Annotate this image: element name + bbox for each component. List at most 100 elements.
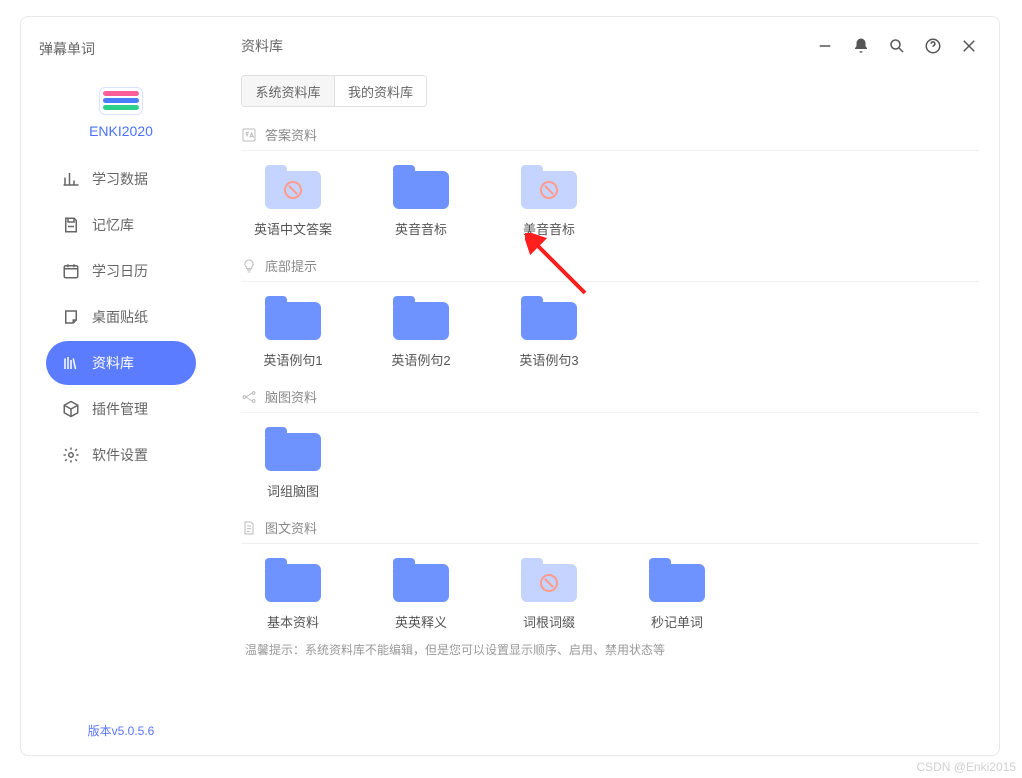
- folder-row: 基本资料 英英释义 词根词缀 秒记单词: [241, 558, 979, 631]
- app-window: 弹幕单词 ENKI2020 学习数据 记忆库: [20, 16, 1000, 756]
- minimize-icon[interactable]: [815, 36, 835, 56]
- sidebar-item-label: 学习日历: [92, 261, 148, 281]
- bar-chart-icon: [62, 170, 80, 188]
- folder-icon: [521, 165, 577, 209]
- sidebar-item-sticky[interactable]: 桌面贴纸: [46, 295, 196, 339]
- sidebar-item-label: 软件设置: [92, 445, 148, 465]
- folder-icon: [393, 165, 449, 209]
- sidebar-item-memory[interactable]: 记忆库: [46, 203, 196, 247]
- gear-icon: [62, 446, 80, 464]
- page-title: 资料库: [241, 36, 283, 56]
- section-title: 底部提示: [265, 256, 317, 275]
- tab-my-library[interactable]: 我的资料库: [334, 76, 426, 106]
- sidebar-item-label: 记忆库: [92, 215, 134, 235]
- folder-icon: [649, 558, 705, 602]
- folder-en-en-def[interactable]: 英英释义: [385, 558, 457, 631]
- section-title: 图文资料: [265, 518, 317, 537]
- section-title: 脑图资料: [265, 387, 317, 406]
- folder-icon: [265, 165, 321, 209]
- folder-label: 英语例句2: [391, 350, 450, 369]
- folder-row: 词组脑图: [241, 427, 979, 500]
- app-logo-icon: [99, 87, 143, 115]
- folder-phrase-mindmap[interactable]: 词组脑图: [257, 427, 329, 500]
- folder-us-phonetic[interactable]: 美音音标: [513, 165, 585, 238]
- main-panel: 资料库 系统资料库 我的资料库 答案资料 英语中文答案: [221, 17, 999, 755]
- section-answers: 答案资料 英语中文答案 英音音标 美音音标: [241, 125, 979, 238]
- hint-text: 温馨提示：系统资料库不能编辑，但是您可以设置显示顺序、启用、禁用状态等: [241, 641, 979, 658]
- folder-label: 词根词缀: [523, 612, 575, 631]
- folder-en-cn-answer[interactable]: 英语中文答案: [257, 165, 329, 238]
- folder-label: 英语例句3: [519, 350, 578, 369]
- sidebar-item-settings[interactable]: 软件设置: [46, 433, 196, 477]
- folder-icon: [521, 296, 577, 340]
- sidebar-item-label: 桌面贴纸: [92, 307, 148, 327]
- folder-label: 美音音标: [523, 219, 575, 238]
- folder-icon: [521, 558, 577, 602]
- logo-block: ENKI2020: [89, 87, 153, 139]
- sidebar-item-calendar[interactable]: 学习日历: [46, 249, 196, 293]
- section-mindmap: 脑图资料 词组脑图: [241, 387, 979, 500]
- app-title: 弹幕单词: [21, 25, 95, 71]
- folder-icon: [393, 558, 449, 602]
- section-hints: 底部提示 英语例句1 英语例句2 英语例句3: [241, 256, 979, 369]
- folder-row: 英语例句1 英语例句2 英语例句3: [241, 296, 979, 369]
- tab-group: 系统资料库 我的资料库: [241, 75, 427, 107]
- calendar-icon: [62, 262, 80, 280]
- main-header: 资料库: [241, 25, 979, 67]
- section-heading: 图文资料: [241, 518, 979, 543]
- folder-label: 英语中文答案: [254, 219, 332, 238]
- sidebar-item-library[interactable]: 资料库: [46, 341, 196, 385]
- close-icon[interactable]: [959, 36, 979, 56]
- bell-icon[interactable]: [851, 36, 871, 56]
- sidebar-nav: 学习数据 记忆库 学习日历 桌面贴纸: [21, 157, 221, 477]
- cube-icon: [62, 400, 80, 418]
- save-icon: [62, 216, 80, 234]
- note-icon: [62, 308, 80, 326]
- sidebar-item-label: 学习数据: [92, 169, 148, 189]
- folder-label: 英音音标: [395, 219, 447, 238]
- section-heading: 底部提示: [241, 256, 979, 281]
- divider: [241, 412, 979, 413]
- forbidden-icon: [540, 574, 558, 592]
- library-icon: [62, 354, 80, 372]
- folder-example1[interactable]: 英语例句1: [257, 296, 329, 369]
- folder-icon: [265, 427, 321, 471]
- watermark: CSDN @Enki2015: [916, 760, 1016, 774]
- document-icon: [241, 520, 257, 536]
- section-heading: 答案资料: [241, 125, 979, 150]
- folder-row: 英语中文答案 英音音标 美音音标: [241, 165, 979, 238]
- sidebar: 弹幕单词 ENKI2020 学习数据 记忆库: [21, 17, 221, 755]
- help-icon[interactable]: [923, 36, 943, 56]
- folder-uk-phonetic[interactable]: 英音音标: [385, 165, 457, 238]
- folder-icon: [265, 296, 321, 340]
- folder-label: 秒记单词: [651, 612, 703, 631]
- translate-icon: [241, 127, 257, 143]
- folder-root-affix[interactable]: 词根词缀: [513, 558, 585, 631]
- sidebar-item-study-data[interactable]: 学习数据: [46, 157, 196, 201]
- forbidden-icon: [284, 181, 302, 199]
- folder-icon: [265, 558, 321, 602]
- folder-example3[interactable]: 英语例句3: [513, 296, 585, 369]
- folder-quick-memory[interactable]: 秒记单词: [641, 558, 713, 631]
- section-heading: 脑图资料: [241, 387, 979, 412]
- folder-example2[interactable]: 英语例句2: [385, 296, 457, 369]
- folder-label: 英语例句1: [263, 350, 322, 369]
- folder-label: 词组脑图: [267, 481, 319, 500]
- window-controls: [815, 36, 979, 56]
- search-icon[interactable]: [887, 36, 907, 56]
- brand-text: ENKI2020: [89, 123, 153, 139]
- folder-icon: [393, 296, 449, 340]
- section-title: 答案资料: [265, 125, 317, 144]
- sidebar-item-label: 资料库: [92, 353, 134, 373]
- folder-basic-info[interactable]: 基本资料: [257, 558, 329, 631]
- version-text: 版本v5.0.5.6: [88, 722, 155, 739]
- lightbulb-icon: [241, 258, 257, 274]
- tab-system-library[interactable]: 系统资料库: [242, 76, 334, 106]
- divider: [241, 150, 979, 151]
- section-docimg: 图文资料 基本资料 英英释义 词根词缀 秒记单词: [241, 518, 979, 658]
- divider: [241, 281, 979, 282]
- folder-label: 基本资料: [267, 612, 319, 631]
- forbidden-icon: [540, 181, 558, 199]
- sidebar-item-plugins[interactable]: 插件管理: [46, 387, 196, 431]
- mindmap-icon: [241, 389, 257, 405]
